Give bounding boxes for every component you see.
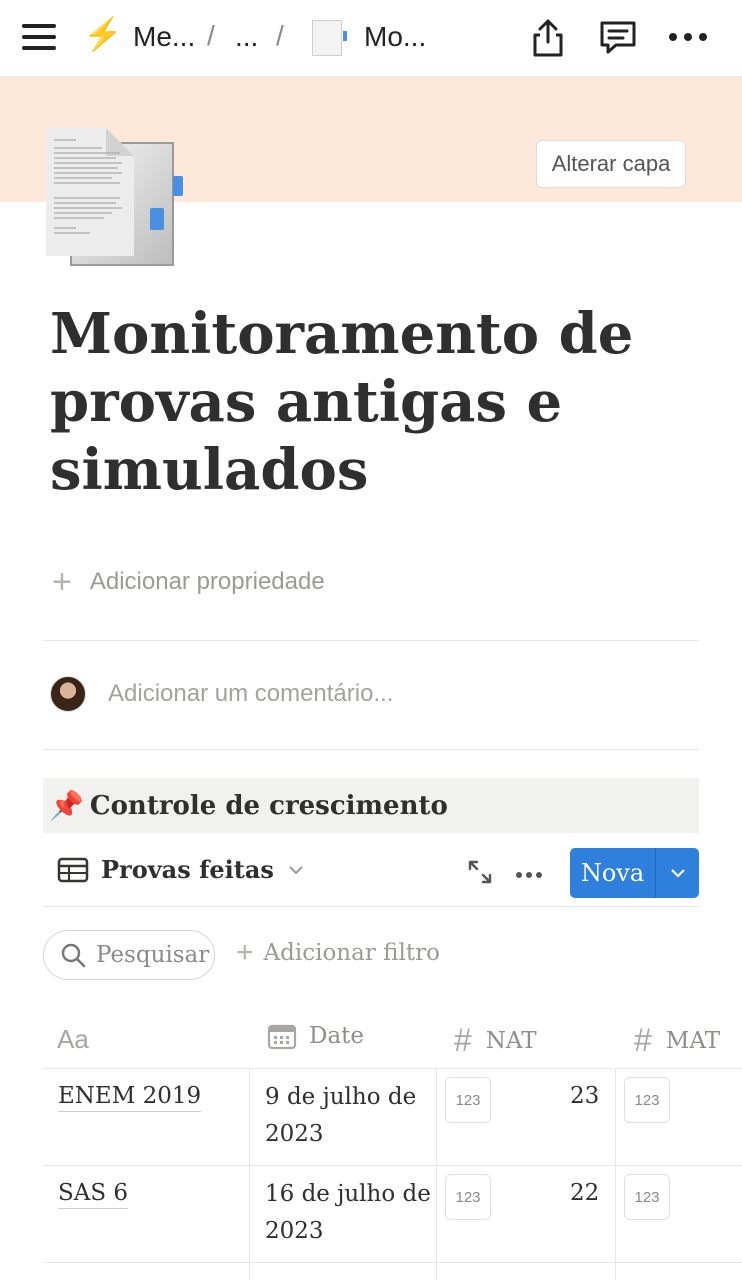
text-type-icon: Aa — [57, 1024, 89, 1054]
page-title[interactable]: Monitoramento de provas antigas e simula… — [50, 300, 710, 504]
column-divider — [436, 1263, 437, 1280]
column-header-mat[interactable]: # MAT — [634, 1022, 720, 1059]
avatar — [50, 676, 86, 712]
number-badge-icon[interactable]: 123 — [624, 1077, 670, 1123]
new-dropdown[interactable] — [656, 848, 699, 898]
comment-icon[interactable] — [598, 18, 638, 58]
share-icon[interactable] — [530, 18, 566, 58]
row-date[interactable]: 16 de julho de 2023 — [265, 1176, 435, 1250]
menu-icon[interactable] — [22, 22, 56, 52]
table-row[interactable]: SAS 6 16 de julho de 2023 123 22 123 — [43, 1166, 742, 1263]
plus-icon: + — [236, 936, 254, 969]
document-icon — [312, 20, 347, 56]
row-nat-value[interactable]: 23 — [570, 1083, 599, 1109]
column-header-name[interactable]: Aa — [57, 1024, 89, 1055]
divider — [43, 640, 699, 641]
table-row[interactable]: ENEM 2019 9 de julho de 2023 123 23 123 — [43, 1069, 742, 1166]
breadcrumb-workspace[interactable]: Me... — [133, 20, 195, 54]
view-more-icon[interactable] — [515, 871, 543, 879]
column-header-date[interactable]: Date — [267, 1022, 364, 1050]
change-cover-button[interactable]: Alterar capa — [536, 140, 686, 188]
breadcrumb-current-page[interactable]: Mo... — [364, 20, 426, 54]
comment-input[interactable]: Adicionar um comentário... — [108, 680, 393, 708]
callout-text: Controle de crescimento — [89, 790, 448, 821]
column-divider — [249, 1166, 250, 1262]
number-type-icon: # — [634, 1022, 652, 1058]
top-bar: ⚡ Me... / ... / Mo... — [0, 0, 742, 77]
add-filter-label: Adicionar filtro — [263, 940, 440, 966]
database-view-bar: Provas feitas Nova — [43, 845, 699, 907]
plus-icon: + — [52, 562, 72, 601]
column-nat-label: NAT — [485, 1027, 537, 1054]
column-divider — [615, 1263, 616, 1280]
search-button[interactable]: Pesquisar — [43, 930, 215, 980]
chevron-down-icon — [289, 865, 303, 874]
column-divider — [436, 1166, 437, 1262]
column-header-nat[interactable]: # NAT — [454, 1022, 537, 1059]
new-button[interactable]: Nova — [570, 848, 699, 898]
breadcrumb-collapsed[interactable]: ... — [235, 20, 258, 54]
number-badge-icon[interactable]: 123 — [624, 1174, 670, 1220]
breadcrumb-separator: / — [207, 20, 215, 51]
column-divider — [249, 1069, 250, 1165]
search-label: Pesquisar — [96, 942, 210, 968]
page-document-icon[interactable] — [46, 128, 186, 268]
new-button-label[interactable]: Nova — [570, 848, 656, 898]
add-filter-button[interactable]: + Adicionar filtro — [236, 936, 440, 970]
column-divider — [249, 1263, 250, 1280]
lightning-icon: ⚡ — [83, 16, 123, 52]
number-badge-icon: 123 — [445, 1077, 491, 1123]
expand-icon[interactable] — [467, 859, 493, 885]
breadcrumb-separator: / — [276, 20, 284, 51]
callout-block[interactable]: 📌 Controle de crescimento — [43, 778, 699, 833]
row-name[interactable]: ENEM 2019 — [58, 1081, 202, 1112]
chevron-down-icon — [670, 869, 685, 878]
view-selector[interactable]: Provas feitas — [57, 855, 304, 884]
column-divider — [615, 1166, 616, 1262]
row-date[interactable]: 9 de julho de 2023 — [265, 1079, 435, 1153]
column-mat-label: MAT — [665, 1027, 721, 1054]
comment-input-row[interactable]: Adicionar um comentário... — [50, 676, 393, 712]
table-header: Aa Date # NAT # MAT — [43, 1012, 742, 1069]
column-date-label: Date — [309, 1023, 365, 1049]
column-divider — [436, 1069, 437, 1165]
more-icon[interactable] — [668, 30, 708, 44]
row-nat-value[interactable]: 22 — [570, 1180, 599, 1206]
number-type-icon: # — [454, 1022, 472, 1058]
table-row[interactable] — [43, 1263, 742, 1280]
add-property-button[interactable]: + Adicionar propriedade — [52, 560, 325, 604]
number-badge-icon: 123 — [445, 1174, 491, 1220]
table-icon — [57, 857, 89, 882]
calendar-icon — [267, 1024, 297, 1050]
pushpin-icon: 📌 — [49, 790, 84, 821]
view-name: Provas feitas — [101, 855, 274, 884]
add-property-label: Adicionar propriedade — [89, 568, 325, 595]
divider — [43, 749, 699, 750]
row-name[interactable]: SAS 6 — [58, 1178, 129, 1209]
search-icon — [61, 943, 86, 968]
column-divider — [615, 1069, 616, 1165]
